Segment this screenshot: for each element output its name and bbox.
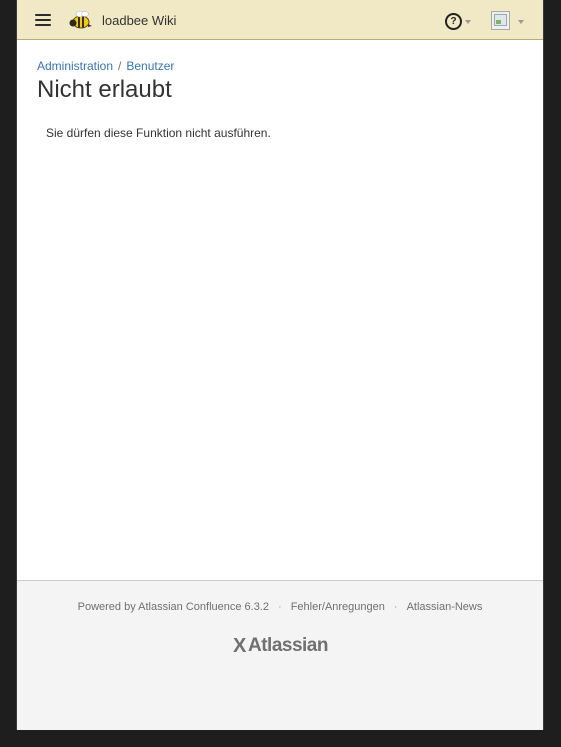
avatar <box>491 11 510 30</box>
bee-logo-icon[interactable] <box>67 8 93 34</box>
footer-separator: · <box>278 601 282 613</box>
broken-image-icon <box>494 14 507 26</box>
chevron-down-icon <box>518 20 524 24</box>
report-bug-link[interactable]: Fehler/Anregungen <box>291 601 385 613</box>
help-menu-button[interactable]: ? <box>445 12 473 30</box>
breadcrumb-separator: / <box>118 59 122 73</box>
footer: Powered by Atlassian Confluence 6.3.2 · Fe… <box>17 580 543 730</box>
atlassian-logo[interactable]: X Atlassian <box>233 633 333 659</box>
breadcrumb: Administration / Benutzer <box>37 59 174 73</box>
permission-message: Sie dürfen diese Funktion nicht ausführe… <box>46 126 271 140</box>
atlassian-logo-text: Atlassian <box>248 635 328 656</box>
chevron-down-icon <box>465 20 471 24</box>
app-header: loadbee Wiki ? <box>17 0 543 40</box>
footer-links: Powered by Atlassian Confluence 6.3.2 · Fe… <box>17 601 543 613</box>
powered-by-link[interactable]: Powered by Atlassian Confluence 6.3.2 <box>78 601 269 613</box>
breadcrumb-benutzer[interactable]: Benutzer <box>126 59 174 73</box>
page-title: Nicht erlaubt <box>37 76 172 103</box>
atlassian-news-link[interactable]: Atlassian-News <box>407 601 483 613</box>
question-circle-icon: ? <box>445 13 462 30</box>
user-menu-button[interactable] <box>491 11 527 33</box>
browser-window: loadbee Wiki ? Administration / Benutzer N… <box>16 0 544 730</box>
site-title-link[interactable]: loadbee Wiki <box>102 13 176 28</box>
footer-separator: · <box>393 601 398 613</box>
hamburger-menu-icon[interactable] <box>35 14 51 27</box>
breadcrumb-administration[interactable]: Administration <box>37 59 113 73</box>
